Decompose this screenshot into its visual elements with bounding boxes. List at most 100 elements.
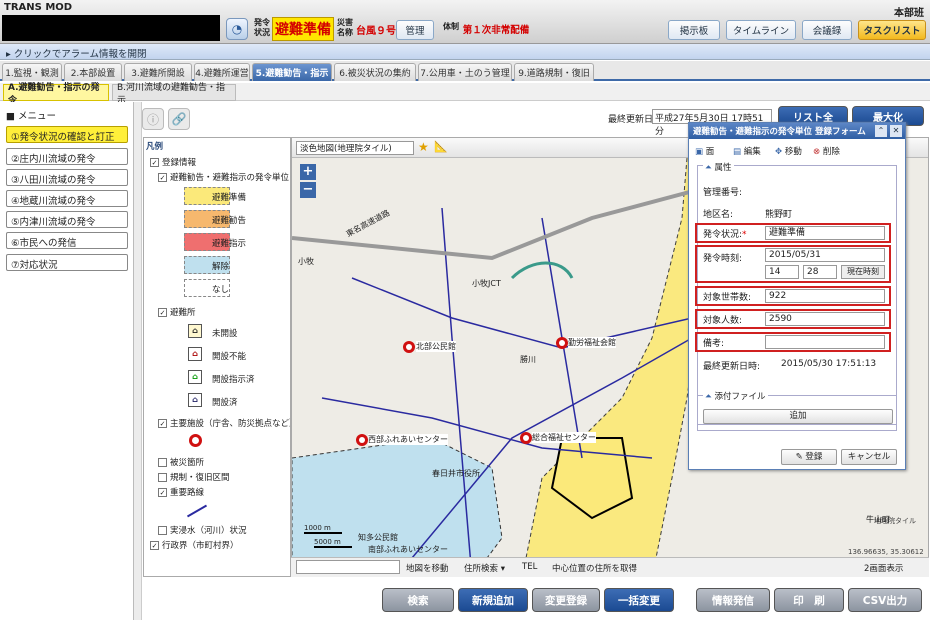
shelter-instructed-label: 開設指示済 <box>212 375 255 385</box>
setai-input[interactable]: 922 <box>765 289 885 303</box>
alarm-toggle-bar[interactable]: ▸ クリックでアラーム情報を開閉 <box>0 44 930 60</box>
checkbox-icon[interactable]: ✓ <box>150 541 159 550</box>
menu-item-3[interactable]: ③八田川流域の発令 <box>6 169 128 186</box>
bulk-change-button[interactable]: 一括変更 <box>604 588 674 612</box>
timeline-button[interactable]: タイムライン <box>726 20 796 40</box>
print-button[interactable]: 印 刷 <box>774 588 844 612</box>
zone-kaijo-label: 解除 <box>212 262 230 272</box>
tab-honbu[interactable]: 2.本部設置 <box>64 63 122 81</box>
subtab-kasen[interactable]: B.河川流域の避難勧告・指示 <box>112 83 236 106</box>
legend-juyo-rosen-label: 重要路線 <box>170 488 205 498</box>
address-input[interactable] <box>296 560 400 574</box>
legend-group2-label: 避難所 <box>170 308 196 318</box>
tab-doro-kisei[interactable]: 9.道路規制・復旧 <box>514 63 594 81</box>
checkbox-icon[interactable]: ✓ <box>158 488 167 497</box>
checkbox-icon[interactable] <box>158 526 167 535</box>
legend-gyoseikai[interactable]: ✓ 行政界（市町村界） <box>150 539 239 551</box>
legend-gyoseikai-label: 行政界（市町村界） <box>162 541 239 551</box>
tasklist-button[interactable]: タスクリスト <box>858 20 926 40</box>
layer-select[interactable]: 淡色地図(地理院タイル) <box>296 141 414 155</box>
menu-item-1[interactable]: ①発令状況の確認と訂正 <box>6 126 128 143</box>
attach-section[interactable]: ⏶ 添付ファイル <box>703 390 768 402</box>
center-address-button[interactable]: 中心位置の住所を取得 <box>552 562 637 574</box>
legend-group-hinanjo[interactable]: ✓ 避難所 <box>158 306 196 318</box>
kaigiroku-button[interactable]: 会議録 <box>802 20 852 40</box>
checkbox-icon[interactable]: ✓ <box>158 173 167 182</box>
menu-item-6[interactable]: ⑥市民への発信 <box>6 232 128 249</box>
jokyo-select[interactable]: 避難準備 <box>765 226 885 240</box>
checkbox-icon[interactable]: ✓ <box>158 419 167 428</box>
legend-kisei-label: 規制・復旧区間 <box>170 473 230 483</box>
jinin-input[interactable]: 2590 <box>765 312 885 326</box>
splitter[interactable] <box>134 102 142 620</box>
csv-export-button[interactable]: CSV出力 <box>848 588 922 612</box>
legend-shinsui[interactable]: 実浸水（河川）状況 <box>158 524 247 536</box>
dual-view-button[interactable]: 2画面表示 <box>864 562 903 574</box>
legend-root[interactable]: ✓ 登録情報 <box>150 156 196 168</box>
legend-hisai[interactable]: 被災箇所 <box>158 456 204 468</box>
info-send-button[interactable]: 情報発信 <box>696 588 770 612</box>
tab-hinanjo-kaisetsu[interactable]: 3.避難所開設 <box>124 63 192 81</box>
hour-select[interactable]: 14 <box>765 265 799 279</box>
shelter-unopened-icon: ⌂ <box>188 324 202 338</box>
collapse-icon[interactable]: ⌃ <box>875 125 887 137</box>
map-move-button[interactable]: 地図を移動 <box>406 562 449 574</box>
address-search-button[interactable]: 住所検索 ▾ <box>464 562 505 574</box>
tool-delete[interactable]: ⊗ 削除 <box>813 145 840 157</box>
tab-hisai-jokyo[interactable]: 6.被災状況の集約 <box>334 63 416 81</box>
register-button[interactable]: ✎ 登録 <box>781 449 837 465</box>
cancel-button[interactable]: キャンセル <box>841 449 897 465</box>
tool-edit-label: 編集 <box>743 147 761 157</box>
kanri-button[interactable]: 管理 <box>396 20 434 40</box>
unit-name: 本部班 <box>894 8 924 19</box>
checkbox-icon[interactable]: ✓ <box>158 308 167 317</box>
ruler-icon[interactable]: 📐 <box>434 140 448 153</box>
now-button[interactable]: 現在時刻 <box>841 265 885 279</box>
clock-icon[interactable]: ◔ <box>226 18 248 40</box>
tab-kanshi[interactable]: 1.監視・観測 <box>2 63 62 81</box>
checkbox-icon[interactable] <box>158 458 167 467</box>
info-icon[interactable]: ⓘ <box>142 108 164 130</box>
zone-shiji-label: 避難指示 <box>212 239 247 249</box>
biko-input[interactable] <box>765 335 885 349</box>
attribute-section[interactable]: ⏶ 属性 <box>703 161 734 173</box>
attribute-section-label: 属性 <box>714 163 732 173</box>
kanri-label: 管理番号: <box>703 188 743 198</box>
keijiban-button[interactable]: 掲示板 <box>668 20 720 40</box>
legend-group-hatsurei[interactable]: ✓ 避難勧告・避難指示の発令単位 <box>158 171 289 183</box>
biko-label: 備考: <box>703 339 725 349</box>
map-label-komaki-jct: 小牧JCT <box>472 279 501 288</box>
tel-button[interactable]: TEL <box>522 562 537 572</box>
menu-item-7[interactable]: ⑦対応状況 <box>6 254 128 271</box>
close-icon[interactable]: ✕ <box>890 125 902 137</box>
tab-hinanjo-unei[interactable]: 4.避難所運営 <box>194 63 250 81</box>
map-label-sogo: 総合福祉センター <box>532 432 596 443</box>
tool-men[interactable]: ▣ 面 <box>695 145 714 157</box>
tab-hinan-kankoku[interactable]: 5.避難勧告・指示 <box>252 63 332 81</box>
checkbox-icon[interactable] <box>158 473 167 482</box>
zoom-out-button[interactable]: − <box>300 182 316 198</box>
checkbox-icon[interactable]: ✓ <box>150 158 159 167</box>
new-add-button[interactable]: 新規追加 <box>458 588 528 612</box>
menu-item-4[interactable]: ④地蔵川流域の発令 <box>6 190 128 207</box>
legend-group-shisetsu[interactable]: ✓ 主要施設（庁舎、防災拠点など） <box>158 417 290 429</box>
change-register-button[interactable]: 変更登録 <box>532 588 600 612</box>
legend-kisei[interactable]: 規制・復旧区間 <box>158 471 230 483</box>
tab-koyosha[interactable]: 7.公用車・土のう管理 <box>418 63 512 81</box>
map-label-seibu: 西部ふれあいセンター <box>368 434 448 445</box>
delete-icon: ⊗ <box>813 147 821 157</box>
date-input[interactable]: 2015/05/31 <box>765 248 885 262</box>
star-icon[interactable]: ★ <box>418 140 429 154</box>
legend-juyo-rosen[interactable]: ✓ 重要路線 <box>158 486 204 498</box>
search-button[interactable]: 検索 <box>382 588 454 612</box>
zoom-in-button[interactable]: + <box>300 164 316 180</box>
minute-select[interactable]: 28 <box>803 265 837 279</box>
subtab-hatsurei[interactable]: A.避難勧告・指示の発令 <box>3 83 109 106</box>
menu-item-5[interactable]: ⑤内津川流域の発令 <box>6 211 128 228</box>
tool-move[interactable]: ✥ 移動 <box>775 145 802 157</box>
section-toggle-icon: ⏶ <box>705 392 712 402</box>
attach-add-button[interactable]: 追加 <box>703 409 893 424</box>
menu-item-2[interactable]: ②庄内川流域の発令 <box>6 148 128 165</box>
tool-edit[interactable]: ▤ 編集 <box>733 145 761 157</box>
link-icon[interactable]: 🔗 <box>168 108 190 130</box>
